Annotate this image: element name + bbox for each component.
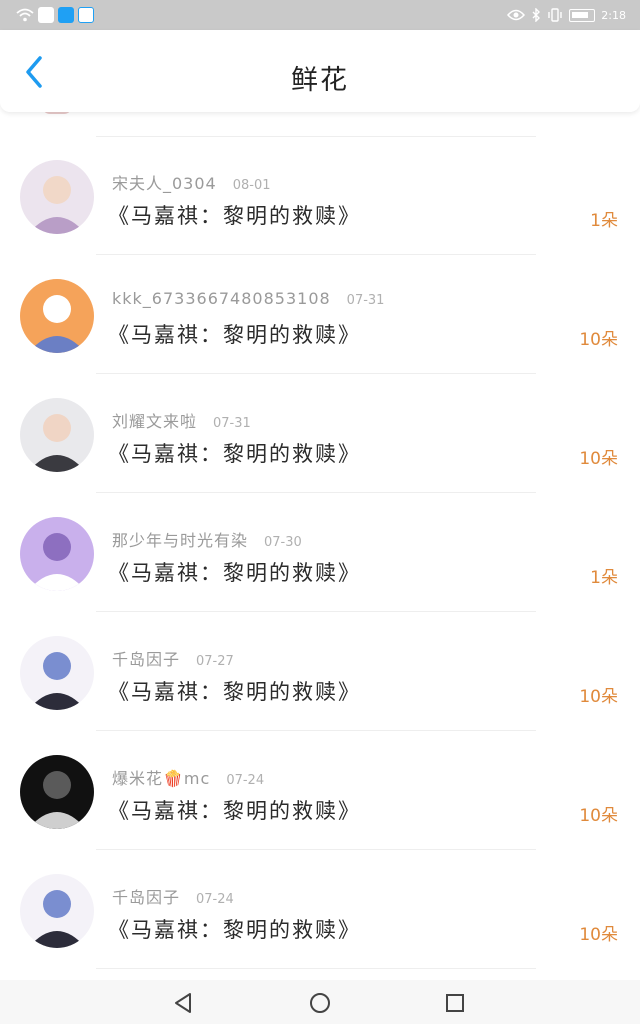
avatar[interactable] — [20, 398, 94, 472]
flower-count: 1朵 — [590, 568, 618, 588]
wifi-icon — [16, 8, 34, 22]
book-title: 《马嘉祺：黎明的救赎》 — [108, 204, 361, 228]
list-item[interactable]: 千岛因子 07-27 《马嘉祺：黎明的救赎》 10朵 — [0, 612, 640, 731]
page-title: 鲜花 — [291, 65, 349, 96]
list-item[interactable]: 爆米花🍿mc 07-24 《马嘉祺：黎明的救赎》 10朵 — [0, 731, 640, 850]
list-item[interactable]: 千岛因子 07-24 《马嘉祺：黎明的救赎》 10朵 — [0, 850, 640, 969]
system-nav-bar — [0, 980, 640, 1024]
avatar[interactable] — [20, 160, 94, 234]
app-icon — [78, 7, 94, 23]
date: 07-31 — [213, 416, 251, 431]
date: 07-31 — [346, 293, 385, 308]
avatar[interactable] — [20, 279, 94, 353]
nav-back-button[interactable] — [168, 988, 198, 1018]
square-recents-icon — [446, 994, 464, 1012]
book-title: 《马嘉祺：黎明的救赎》 — [108, 918, 361, 942]
divider — [96, 968, 536, 969]
avatar[interactable] — [20, 517, 94, 591]
avatar[interactable] — [20, 636, 94, 710]
list-item[interactable]: 宋夫人_0304 08-01 《马嘉祺：黎明的救赎》 1朵 — [0, 136, 640, 255]
status-left-icons — [16, 6, 94, 24]
book-title: 《马嘉祺：黎明的救赎》 — [108, 799, 361, 823]
battery-icon — [569, 8, 596, 22]
date: 08-01 — [232, 178, 271, 193]
vibrate-icon — [548, 8, 562, 22]
flower-count: 10朵 — [579, 925, 618, 945]
header: 鲜花 — [0, 30, 640, 112]
username: 刘耀文来啦 07-31 — [112, 412, 251, 431]
book-title: 《马嘉祺：黎明的救赎》 — [108, 561, 361, 585]
nav-recents-button[interactable] — [440, 988, 470, 1018]
list-item[interactable]: 那少年与时光有染 07-30 《马嘉祺：黎明的救赎》 1朵 — [0, 493, 640, 612]
list-item[interactable]: 刘耀文来啦 07-31 《马嘉祺：黎明的救赎》 10朵 — [0, 374, 640, 493]
status-right-icons: 2:18 — [507, 6, 626, 24]
app-icon — [58, 7, 74, 23]
app-icon — [38, 7, 54, 23]
book-title: 《马嘉祺：黎明的救赎》 — [108, 680, 361, 704]
triangle-back-icon — [175, 993, 191, 1013]
username: 宋夫人_0304 08-01 — [112, 174, 271, 193]
date: 07-27 — [196, 654, 234, 669]
flower-count: 10朵 — [579, 687, 618, 707]
bluetooth-icon — [532, 8, 541, 22]
flower-count: 1朵 — [590, 211, 618, 231]
flower-list[interactable]: 宋夫人_0304 08-01 《马嘉祺：黎明的救赎》 1朵 kkk_6733667480… — [0, 112, 640, 980]
avatar — [42, 112, 72, 114]
nav-home-button[interactable] — [305, 988, 335, 1018]
flower-count: 10朵 — [579, 330, 618, 350]
status-bar: 2:18 — [0, 0, 640, 30]
username: kkk_6733667480853108 07-31 — [112, 289, 385, 308]
book-title: 《马嘉祺：黎明的救赎》 — [108, 323, 361, 347]
date: 07-24 — [196, 892, 234, 907]
username: 千岛因子 07-27 — [112, 650, 234, 669]
username: 爆米花🍿mc 07-24 — [112, 769, 265, 788]
status-time: 2:18 — [601, 8, 626, 22]
flower-count: 10朵 — [579, 806, 618, 826]
avatar[interactable] — [20, 755, 94, 829]
username: 那少年与时光有染 07-30 — [112, 531, 302, 550]
flower-count: 10朵 — [579, 449, 618, 469]
username: 千岛因子 07-24 — [112, 888, 234, 907]
circle-home-icon — [310, 993, 330, 1013]
date: 07-24 — [226, 773, 265, 788]
list-item[interactable]: kkk_6733667480853108 07-31 《马嘉祺：黎明的救赎》 10朵 — [0, 255, 640, 374]
date: 07-30 — [264, 535, 302, 550]
eye-icon — [507, 9, 526, 21]
avatar[interactable] — [20, 874, 94, 948]
book-title: 《马嘉祺：黎明的救赎》 — [108, 442, 361, 466]
